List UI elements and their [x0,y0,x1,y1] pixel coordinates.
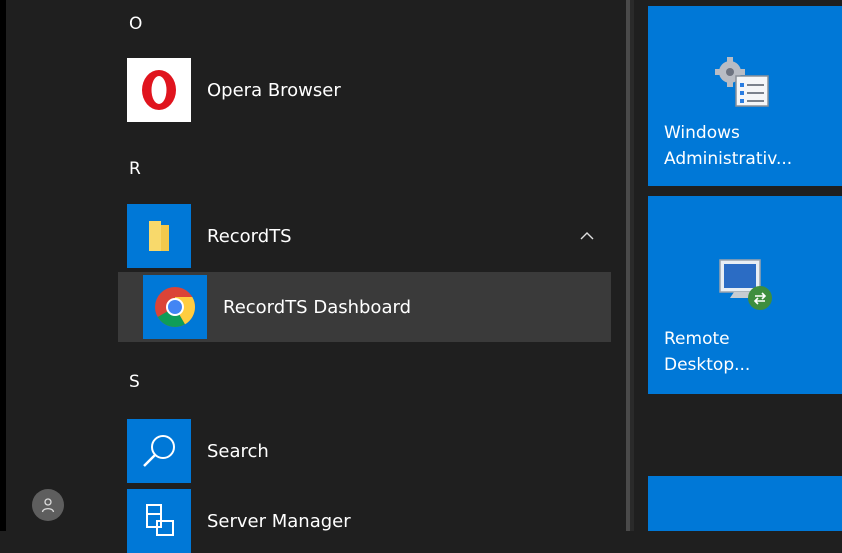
folder-tile [127,204,191,268]
tile-label-line2: Administrativ... [664,149,793,169]
search-icon [143,435,175,467]
chrome-tile [143,275,207,339]
app-label: Server Manager [207,510,351,532]
app-recordts-dashboard[interactable]: RecordTS Dashboard [143,275,411,339]
app-search[interactable]: Search [127,419,269,483]
tile-windows-administrative-tools[interactable]: Windows Administrativ... [648,6,842,186]
tile-label-line1: Remote [664,329,730,349]
user-account-button[interactable] [32,489,64,521]
server-manager-icon [146,504,174,536]
tile-remote-desktop[interactable]: Remote Desktop... [648,196,842,394]
remote-desktop-icon [714,258,776,320]
app-label: RecordTS [207,225,292,247]
tile-label-line1: Windows [664,123,740,143]
chrome-icon [155,287,195,327]
search-tile [127,419,191,483]
tile-unlabeled[interactable] [648,476,842,531]
left-rail [0,0,6,531]
app-label: Opera Browser [207,79,341,101]
group-header-r[interactable]: R [129,159,141,179]
app-label: Search [207,440,269,462]
user-icon [41,498,55,513]
app-opera-browser[interactable]: Opera Browser [127,58,341,122]
app-server-manager[interactable]: Server Manager [127,489,351,553]
app-folder-recordts[interactable]: RecordTS [127,204,292,268]
chevron-up-icon[interactable] [578,228,596,242]
opera-icon [142,70,176,110]
app-label: RecordTS Dashboard [223,296,411,318]
group-header-o[interactable]: O [129,14,142,34]
server-manager-tile [127,489,191,553]
folder-icon [149,221,169,251]
pane-divider-shadow [630,0,634,531]
opera-tile [127,58,191,122]
group-header-s[interactable]: S [129,372,140,392]
admin-tools-icon [714,56,774,114]
tile-label-line2: Desktop... [664,355,751,375]
